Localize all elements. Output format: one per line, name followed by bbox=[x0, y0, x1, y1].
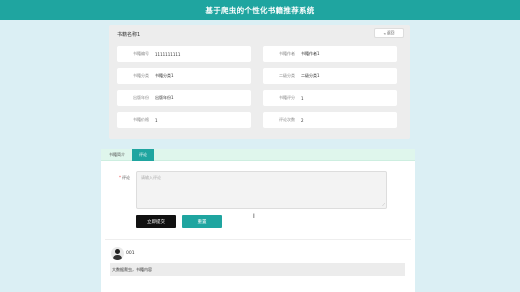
field-comment-count: 评论次数 2 bbox=[263, 112, 397, 128]
field-value: 出版年份1 bbox=[155, 95, 174, 100]
field-label: 书籍作者 bbox=[279, 51, 295, 56]
field-value: 1111111111 bbox=[155, 51, 181, 57]
field-book-price: 书籍价格 1 bbox=[117, 112, 251, 128]
app-title: 基于爬虫的个性化书籍推荐系统 bbox=[205, 5, 315, 15]
required-mark: * bbox=[119, 175, 121, 180]
field-label: 二级分类 bbox=[279, 73, 295, 78]
field-publish-year: 出版年份 出版年份1 bbox=[117, 90, 251, 106]
back-button[interactable]: « 返回 bbox=[374, 28, 404, 38]
field-label: 书籍分类 bbox=[133, 73, 149, 78]
field-sub-category: 二级分类 二级分类1 bbox=[263, 68, 397, 84]
avatar-body bbox=[113, 255, 122, 260]
avatar bbox=[111, 247, 124, 260]
field-value: 书籍分类1 bbox=[155, 73, 174, 78]
field-label: 评论次数 bbox=[279, 117, 295, 122]
field-book-category: 书籍分类 书籍分类1 bbox=[117, 68, 251, 84]
tab-book-intro[interactable]: 书籍简介 bbox=[105, 149, 129, 161]
tabs-panel: 书籍简介 评论 *评论 请输入评论 ⟋ 立即提交 重置 I 001 大数据爬虫，… bbox=[101, 149, 415, 292]
book-name-title: 书籍名称1 bbox=[117, 32, 141, 38]
comment-text: 大数据爬虫，书籍内容 bbox=[110, 263, 405, 276]
tab-comments[interactable]: 评论 bbox=[132, 149, 154, 161]
comment-item: 001 大数据爬虫，书籍内容 bbox=[105, 239, 411, 292]
field-label: 书籍评分 bbox=[279, 95, 295, 100]
avatar-head bbox=[115, 249, 120, 254]
comment-textarea[interactable]: 请输入评论 ⟋ bbox=[136, 171, 387, 209]
field-value: 书籍作者1 bbox=[301, 51, 320, 56]
tab-bar: 书籍简介 评论 bbox=[101, 149, 415, 161]
reset-button[interactable]: 重置 bbox=[182, 215, 222, 228]
book-detail-card: 书籍名称1 « 返回 书籍编号 1111111111 书籍作者 书籍作者1 书籍… bbox=[109, 25, 410, 139]
arrow-left-icon: « bbox=[383, 30, 386, 36]
comment-username: 001 bbox=[126, 251, 135, 256]
comment-field-label: *评论 bbox=[119, 175, 130, 181]
field-label: 书籍编号 bbox=[133, 51, 149, 56]
field-label: 书籍价格 bbox=[133, 117, 149, 122]
field-value: 1 bbox=[155, 117, 158, 123]
text-cursor-icon: I bbox=[253, 213, 255, 220]
field-value: 二级分类1 bbox=[301, 73, 320, 78]
submit-button[interactable]: 立即提交 bbox=[136, 215, 176, 228]
top-header: 基于爬虫的个性化书籍推荐系统 bbox=[0, 0, 520, 20]
field-value: 1 bbox=[301, 95, 304, 101]
comment-placeholder: 请输入评论 bbox=[141, 175, 161, 180]
field-book-number: 书籍编号 1111111111 bbox=[117, 46, 251, 62]
field-label: 出版年份 bbox=[133, 95, 149, 100]
comment-label-text: 评论 bbox=[122, 175, 130, 180]
field-book-rating: 书籍评分 1 bbox=[263, 90, 397, 106]
resize-handle-icon[interactable]: ⟋ bbox=[382, 202, 385, 207]
field-value: 2 bbox=[301, 117, 304, 123]
field-book-author: 书籍作者 书籍作者1 bbox=[263, 46, 397, 62]
back-button-label: 返回 bbox=[386, 30, 395, 35]
